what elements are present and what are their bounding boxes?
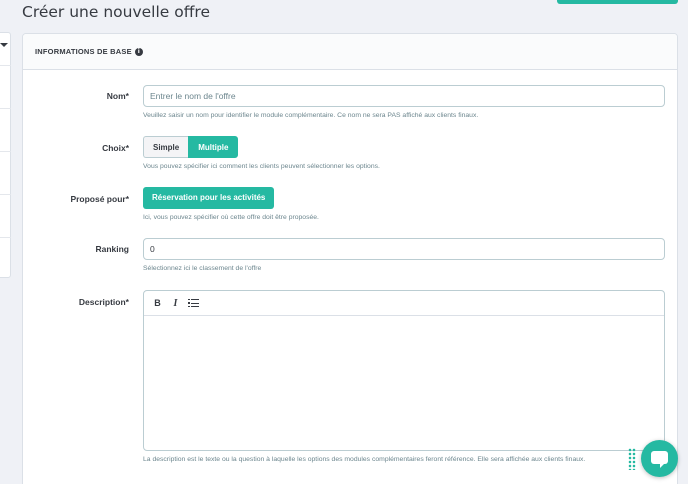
choice-label: Choix* (102, 143, 129, 153)
description-help: La description est le texte ou la questi… (143, 456, 586, 463)
left-panel (0, 32, 11, 278)
proposed-for-label: Proposé pour* (70, 194, 129, 204)
choice-simple-button[interactable]: Simple (143, 136, 189, 158)
bold-button[interactable]: B (153, 298, 162, 308)
editor-toolbar: B I (144, 291, 664, 316)
choice-multiple-button[interactable]: Multiple (188, 136, 239, 158)
italic-button[interactable]: I (171, 298, 180, 309)
list-icon[interactable] (188, 298, 199, 308)
ranking-help: Sélectionnez ici le classement de l'offr… (143, 265, 262, 272)
divider (0, 65, 11, 66)
basic-info-card: INFORMATIONS DE BASE i Nom* Veuillez sai… (22, 33, 678, 484)
name-label: Nom* (106, 91, 129, 101)
page-title: Créer une nouvelle offre (22, 3, 210, 21)
dropdown-caret-icon[interactable] (0, 43, 8, 47)
ranking-input[interactable] (143, 238, 665, 260)
chat-icon (651, 451, 668, 468)
card-title: INFORMATIONS DE BASE (35, 47, 132, 56)
activity-booking-button[interactable]: Réservation pour les activités (143, 187, 275, 209)
name-help: Veuillez saisir un nom pour identifier l… (143, 112, 479, 119)
choice-toggle: Simple Multiple (143, 136, 665, 158)
info-icon[interactable]: i (134, 47, 143, 56)
proposed-for-help: Ici, vous pouvez spécifier où cette offr… (143, 214, 319, 221)
chat-button[interactable] (641, 440, 678, 477)
ranking-label: Ranking (95, 244, 129, 254)
divider (0, 108, 11, 109)
description-label: Description* (78, 297, 129, 307)
description-editor[interactable]: B I (143, 290, 665, 451)
card-header: INFORMATIONS DE BASE i (23, 34, 677, 70)
divider (0, 194, 11, 195)
drag-handle-icon[interactable] (628, 448, 636, 470)
divider (0, 151, 11, 152)
divider (0, 237, 11, 238)
top-action-button[interactable] (557, 0, 678, 4)
name-input[interactable] (143, 85, 665, 107)
choice-help: Vous pouvez spécifier ici comment les cl… (143, 163, 380, 170)
